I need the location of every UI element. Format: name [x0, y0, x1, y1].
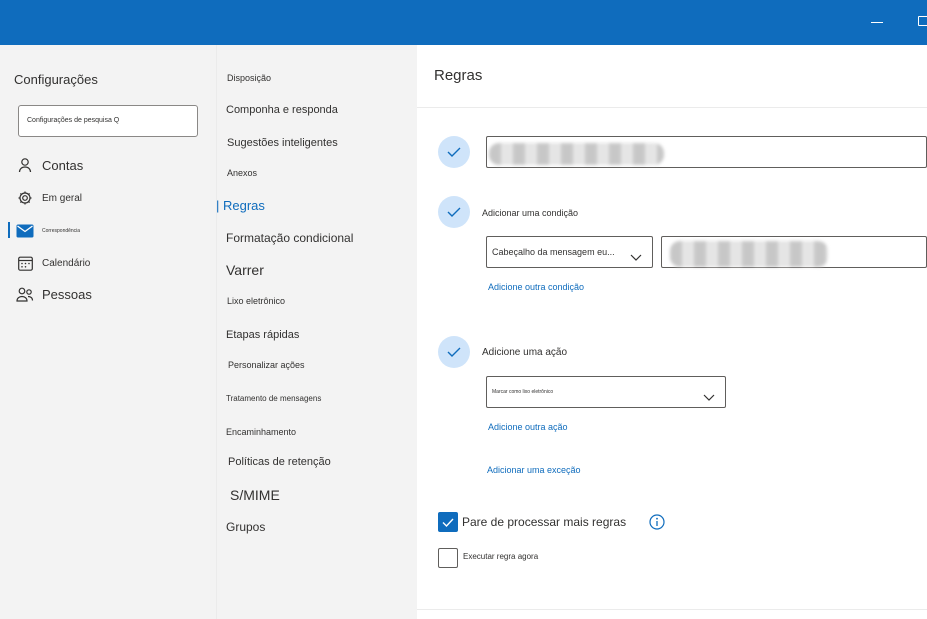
midnav-item-tratamento[interactable]: Tratamento de mensagens — [226, 394, 321, 403]
maximize-icon[interactable] — [918, 14, 927, 28]
condition-value-input[interactable] — [661, 236, 927, 268]
rules-panel: Regras Adicionar uma condição Cabeçalho … — [417, 45, 927, 619]
condition-dropdown-value: Cabeçalho da mensagem eu... — [492, 247, 615, 257]
divider — [417, 609, 927, 610]
search-input[interactable]: Configurações de pesquisa Q — [18, 105, 198, 137]
calendar-icon — [14, 252, 36, 274]
midnav-item-sugestoes[interactable]: Sugestões inteligentes — [227, 137, 338, 149]
run-rule-now-label: Executar regra agora — [463, 552, 539, 561]
gear-icon — [14, 187, 36, 209]
nav-item-label: Em geral — [42, 192, 83, 204]
midnav-item-formatacao[interactable]: Formatação condicional — [226, 231, 353, 245]
minimize-icon[interactable] — [871, 14, 885, 28]
title-bar — [0, 0, 927, 45]
midnav-item-lixo[interactable]: Lixo eletrônico — [227, 296, 285, 306]
stop-processing-label: Pare de processar mais regras — [462, 515, 627, 529]
midnav-item-regras[interactable]: | Regras — [216, 198, 265, 213]
add-action-label: Adicione uma ação — [482, 347, 568, 358]
stop-processing-checkbox[interactable] — [438, 512, 458, 532]
midnav-item-anexos[interactable]: Anexos — [227, 168, 257, 178]
midnav-item-encaminhamento[interactable]: Encaminhamento — [226, 427, 296, 437]
add-another-condition-link[interactable]: Adicione outra condição — [488, 282, 584, 292]
person-icon — [14, 154, 36, 176]
add-exception-link[interactable]: Adicionar uma exceção — [487, 465, 581, 475]
nav-item-label: Pessoas — [42, 286, 92, 302]
nav-item-em-geral[interactable]: Em geral — [14, 186, 82, 210]
midnav-item-disposicao[interactable]: Disposição — [227, 73, 271, 83]
midnav-item-componha[interactable]: Componha e responda — [226, 104, 338, 116]
divider — [417, 107, 927, 108]
midnav-item-personalizar[interactable]: Personalizar ações — [228, 360, 305, 370]
people-icon — [14, 283, 36, 305]
midnav-item-etapas[interactable]: Etapas rápidas — [226, 329, 299, 341]
add-another-action-link[interactable]: Adicione outra ação — [488, 422, 568, 432]
mail-icon — [14, 220, 36, 242]
nav-item-label: Correspondência — [42, 228, 81, 234]
mail-settings-nav: Disposição Componha e responda Sugestões… — [216, 45, 418, 619]
midnav-item-smime[interactable]: S/MIME — [230, 487, 280, 503]
rule-name-input[interactable] — [486, 136, 927, 168]
chevron-down-icon — [703, 388, 715, 406]
check-circle-icon — [438, 136, 470, 168]
action-dropdown[interactable]: Marcar como lixo eletrônico — [486, 376, 726, 408]
settings-title: Configurações — [14, 72, 98, 87]
redacted-text — [670, 241, 828, 267]
action-dropdown-value: Marcar como lixo eletrônico — [492, 389, 554, 395]
check-circle-icon — [438, 196, 470, 228]
nav-item-pessoas[interactable]: Pessoas — [14, 282, 92, 306]
nav-item-calendario[interactable]: Calendário — [14, 251, 90, 275]
midnav-item-grupos[interactable]: Grupos — [226, 520, 265, 534]
run-rule-now-checkbox[interactable] — [438, 548, 458, 568]
nav-item-contas[interactable]: Contas — [14, 153, 83, 177]
page-title: Regras — [434, 67, 483, 84]
info-icon[interactable] — [649, 514, 665, 535]
midnav-item-varrer[interactable]: Varrer — [226, 262, 264, 278]
selection-indicator — [8, 222, 10, 238]
settings-nav: Configurações Configurações de pesquisa … — [0, 45, 216, 619]
add-condition-label: Adicionar uma condição — [482, 208, 579, 218]
nav-item-label: Contas — [42, 157, 84, 173]
midnav-item-politicas[interactable]: Políticas de retenção — [228, 456, 331, 468]
nav-item-correspondencia[interactable]: Correspondência — [14, 219, 80, 243]
nav-item-label: Calendário — [42, 257, 91, 269]
condition-dropdown[interactable]: Cabeçalho da mensagem eu... — [486, 236, 653, 268]
chevron-down-icon — [630, 248, 642, 266]
redacted-text — [489, 143, 664, 165]
check-circle-icon — [438, 336, 470, 368]
